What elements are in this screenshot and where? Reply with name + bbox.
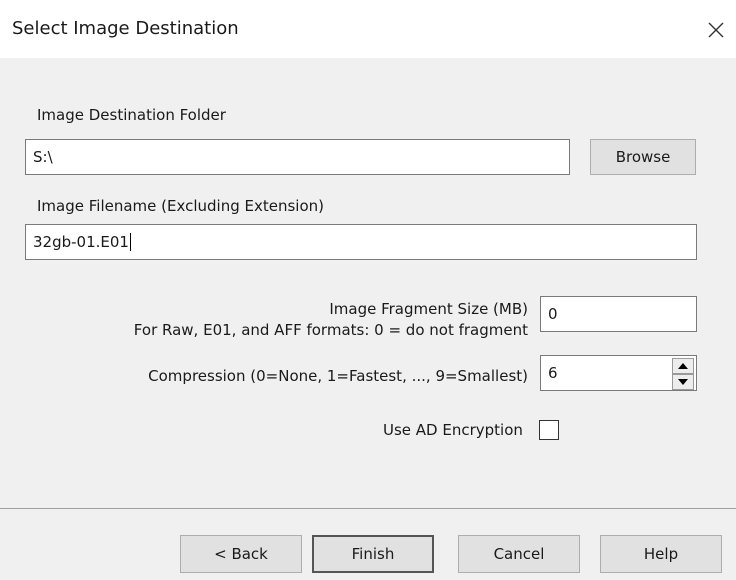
filename-input[interactable]: 32gb-01.E01 xyxy=(25,224,697,260)
fragment-size-input[interactable]: 0 xyxy=(540,296,697,332)
filename-value: 32gb-01.E01 xyxy=(33,233,129,251)
compression-label: Compression (0=None, 1=Fastest, ..., 9=S… xyxy=(148,367,528,385)
fragment-size-value: 0 xyxy=(548,305,558,323)
close-icon xyxy=(708,22,724,38)
dest-folder-label: Image Destination Folder xyxy=(37,106,226,124)
compression-spinner[interactable]: 6 xyxy=(540,355,697,391)
browse-button[interactable]: Browse xyxy=(590,139,696,175)
dest-folder-input[interactable]: S:\ xyxy=(25,139,570,175)
back-button[interactable]: < Back xyxy=(180,535,302,573)
fragment-size-hint: For Raw, E01, and AFF formats: 0 = do no… xyxy=(133,321,528,339)
spin-down-button[interactable] xyxy=(672,374,694,390)
cancel-button[interactable]: Cancel xyxy=(458,535,580,573)
help-button[interactable]: Help xyxy=(600,535,722,573)
arrow-up-icon xyxy=(678,363,688,369)
window-title: Select Image Destination xyxy=(12,18,239,39)
fragment-size-label: Image Fragment Size (MB) xyxy=(329,300,528,318)
encryption-label: Use AD Encryption xyxy=(383,421,523,439)
dest-folder-value: S:\ xyxy=(33,148,53,166)
encryption-checkbox[interactable] xyxy=(539,420,559,440)
footer-separator xyxy=(0,508,736,509)
filename-label: Image Filename (Excluding Extension) xyxy=(37,197,324,215)
title-bar: Select Image Destination xyxy=(0,0,736,58)
compression-value: 6 xyxy=(548,364,558,382)
close-button[interactable] xyxy=(696,10,736,50)
finish-button[interactable]: Finish xyxy=(312,535,434,573)
compression-spin-buttons xyxy=(672,358,694,390)
arrow-down-icon xyxy=(678,379,688,385)
text-caret xyxy=(129,233,131,251)
spin-up-button[interactable] xyxy=(672,358,694,374)
